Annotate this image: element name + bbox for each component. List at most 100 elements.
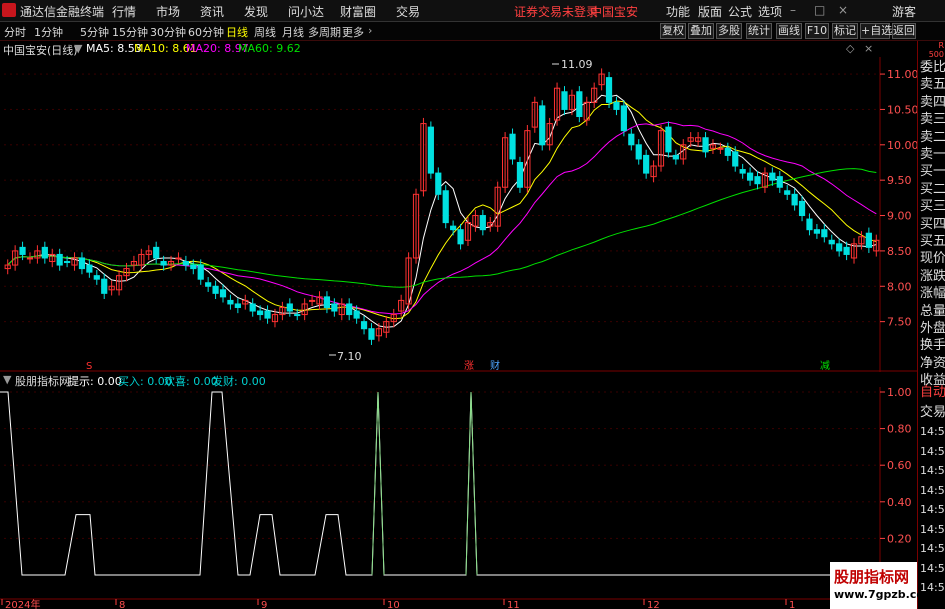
menu-item-banmian[interactable]: 版面 — [698, 3, 722, 20]
candle-body — [353, 310, 360, 319]
tab-multi-period[interactable]: 多周期 — [308, 24, 341, 40]
candle-body — [19, 246, 26, 255]
menu-item-gongneng[interactable]: 功能 — [666, 3, 690, 20]
overlay-button[interactable]: 叠加 — [688, 23, 714, 39]
date-axis-label: 2024年 — [5, 598, 40, 609]
price-axis-label: 11.00 — [887, 68, 917, 81]
multi-stock-button[interactable]: 多股 — [716, 23, 742, 39]
menu-item-gongshi[interactable]: 公式 — [728, 3, 752, 20]
tab-weekly[interactable]: 周线 — [254, 24, 276, 40]
side-item[interactable]: 委比 — [920, 59, 945, 77]
side-top-r: R — [938, 41, 944, 50]
candle-body — [516, 161, 524, 188]
add-watchlist-button[interactable]: +自选 — [860, 23, 892, 39]
side-bottom-item: 14:56 — [920, 522, 945, 536]
candle-body — [227, 299, 234, 305]
menu-item-caifuquan[interactable]: 财富圈 — [340, 3, 376, 20]
candle-body — [360, 321, 368, 330]
side-item[interactable]: 买二 — [920, 181, 945, 199]
menu-item-hangqing[interactable]: 行情 — [112, 3, 136, 20]
candle-body — [784, 190, 791, 195]
back-button[interactable]: 返回 — [892, 23, 916, 39]
watermark-line2: www.7gpzb.com — [834, 588, 936, 601]
side-item[interactable]: 外盘 — [920, 320, 945, 338]
side-item[interactable]: 买四 — [920, 216, 945, 234]
side-item[interactable]: 卖三 — [920, 111, 945, 129]
more-chevron-icon[interactable]: › — [368, 24, 372, 37]
side-item[interactable]: 卖一 — [920, 146, 945, 164]
diamond-icon[interactable]: ◇ — [846, 42, 854, 55]
candle-body — [257, 310, 264, 316]
f10-button[interactable]: F10 — [805, 23, 829, 39]
side-item[interactable]: 卖二 — [920, 129, 945, 147]
candle-body — [190, 264, 197, 270]
candle-body — [331, 303, 338, 312]
fuquan-button[interactable]: 复权 — [660, 23, 686, 39]
side-item[interactable]: 买一 — [920, 163, 945, 181]
minimize-icon[interactable]: – — [790, 3, 796, 17]
menu-item-zixun[interactable]: 资讯 — [200, 3, 224, 20]
candle-body — [64, 261, 71, 264]
tab-daily[interactable]: 日线 — [226, 24, 248, 40]
candle-body — [346, 303, 353, 316]
current-stock-tab[interactable]: 中国宝安 — [590, 3, 638, 20]
ma-dropdown-icon[interactable]: ▼ — [74, 42, 82, 55]
tab-more[interactable]: 更多 — [342, 24, 364, 40]
date-axis-label: 9 — [261, 600, 267, 609]
indicator-chart[interactable]: 1.00 0.80 0.60 0.40 0.20 2024年 8 9 10 11 12 1 — [0, 387, 917, 609]
signal-marker-s[interactable]: S — [86, 361, 92, 372]
tab-1min[interactable]: 1分钟 — [34, 24, 63, 40]
candle-body — [746, 172, 754, 181]
stats-button[interactable]: 统计 — [746, 23, 772, 39]
close-icon[interactable]: × — [838, 3, 848, 17]
signal-marker-cai[interactable]: 财 — [490, 359, 500, 372]
ind-axis-label: 0.60 — [887, 459, 912, 472]
close-chart-icon[interactable]: × — [864, 42, 873, 55]
side-item[interactable]: 现价 — [920, 250, 945, 268]
menu-item-wenxiaoda[interactable]: 问小达 — [288, 3, 324, 20]
signal-marker-jian[interactable]: 减 — [820, 360, 830, 372]
menu-item-faxian[interactable]: 发现 — [244, 3, 268, 20]
tab-30min[interactable]: 30分钟 — [150, 24, 186, 40]
menu-item-xuanxiang[interactable]: 选项 — [758, 3, 782, 20]
candle-body — [620, 105, 627, 132]
kline-chart[interactable]: 11.00 10.50 10.00 9.50 9.00 8.50 8.00 7.50 11.0… — [0, 57, 917, 372]
high-price-label: 11.09 — [561, 58, 593, 71]
side-item[interactable]: 涨跌 — [920, 268, 945, 286]
tab-15min[interactable]: 15分钟 — [112, 24, 148, 40]
side-item[interactable]: 总量 — [920, 303, 945, 321]
tab-fenshi[interactable]: 分时 — [4, 24, 26, 40]
side-item[interactable]: 净资 — [920, 355, 945, 373]
side-item[interactable]: 买五 — [920, 233, 945, 251]
date-axis-label: 1 — [789, 600, 795, 609]
side-item[interactable]: 买三 — [920, 198, 945, 216]
side-bottom-item: 14:56 — [920, 444, 945, 458]
signal-marker-zhang[interactable]: 涨 — [464, 360, 474, 372]
date-axis-label: 8 — [119, 600, 125, 609]
menu-item-shichang[interactable]: 市场 — [156, 3, 180, 20]
candle-body — [732, 151, 739, 167]
side-item[interactable]: 换手 — [920, 337, 945, 355]
mark-button[interactable]: 标记 — [832, 23, 858, 39]
guest-user[interactable]: 游客 — [892, 3, 916, 20]
date-axis-label: 12 — [647, 600, 660, 609]
draw-line-button[interactable]: 画线 — [776, 23, 802, 39]
side-item[interactable]: 卖五 — [920, 76, 945, 94]
candle-body — [724, 147, 731, 156]
chart-title: 中国宝安(日线) — [3, 44, 78, 57]
price-axis-label: 9.50 — [887, 174, 912, 187]
tab-monthly[interactable]: 月线 — [282, 24, 304, 40]
side-item[interactable]: 卖四 — [920, 94, 945, 112]
trade-login-notice[interactable]: 证券交易未登录 — [514, 3, 598, 20]
menu-item-jiaoyi[interactable]: 交易 — [396, 3, 420, 20]
price-axis-label: 7.50 — [887, 316, 912, 329]
tab-5min[interactable]: 5分钟 — [80, 24, 109, 40]
candle-body — [813, 229, 820, 234]
maximize-icon[interactable]: □ — [814, 3, 825, 17]
price-axis-label: 8.50 — [887, 245, 912, 258]
tab-60min[interactable]: 60分钟 — [188, 24, 224, 40]
side-item[interactable]: 涨幅 — [920, 285, 945, 303]
side-bottom-item: 14:56 — [920, 542, 945, 555]
candle-body — [843, 246, 850, 255]
indicator-dropdown-icon[interactable]: ▼ — [3, 373, 11, 386]
